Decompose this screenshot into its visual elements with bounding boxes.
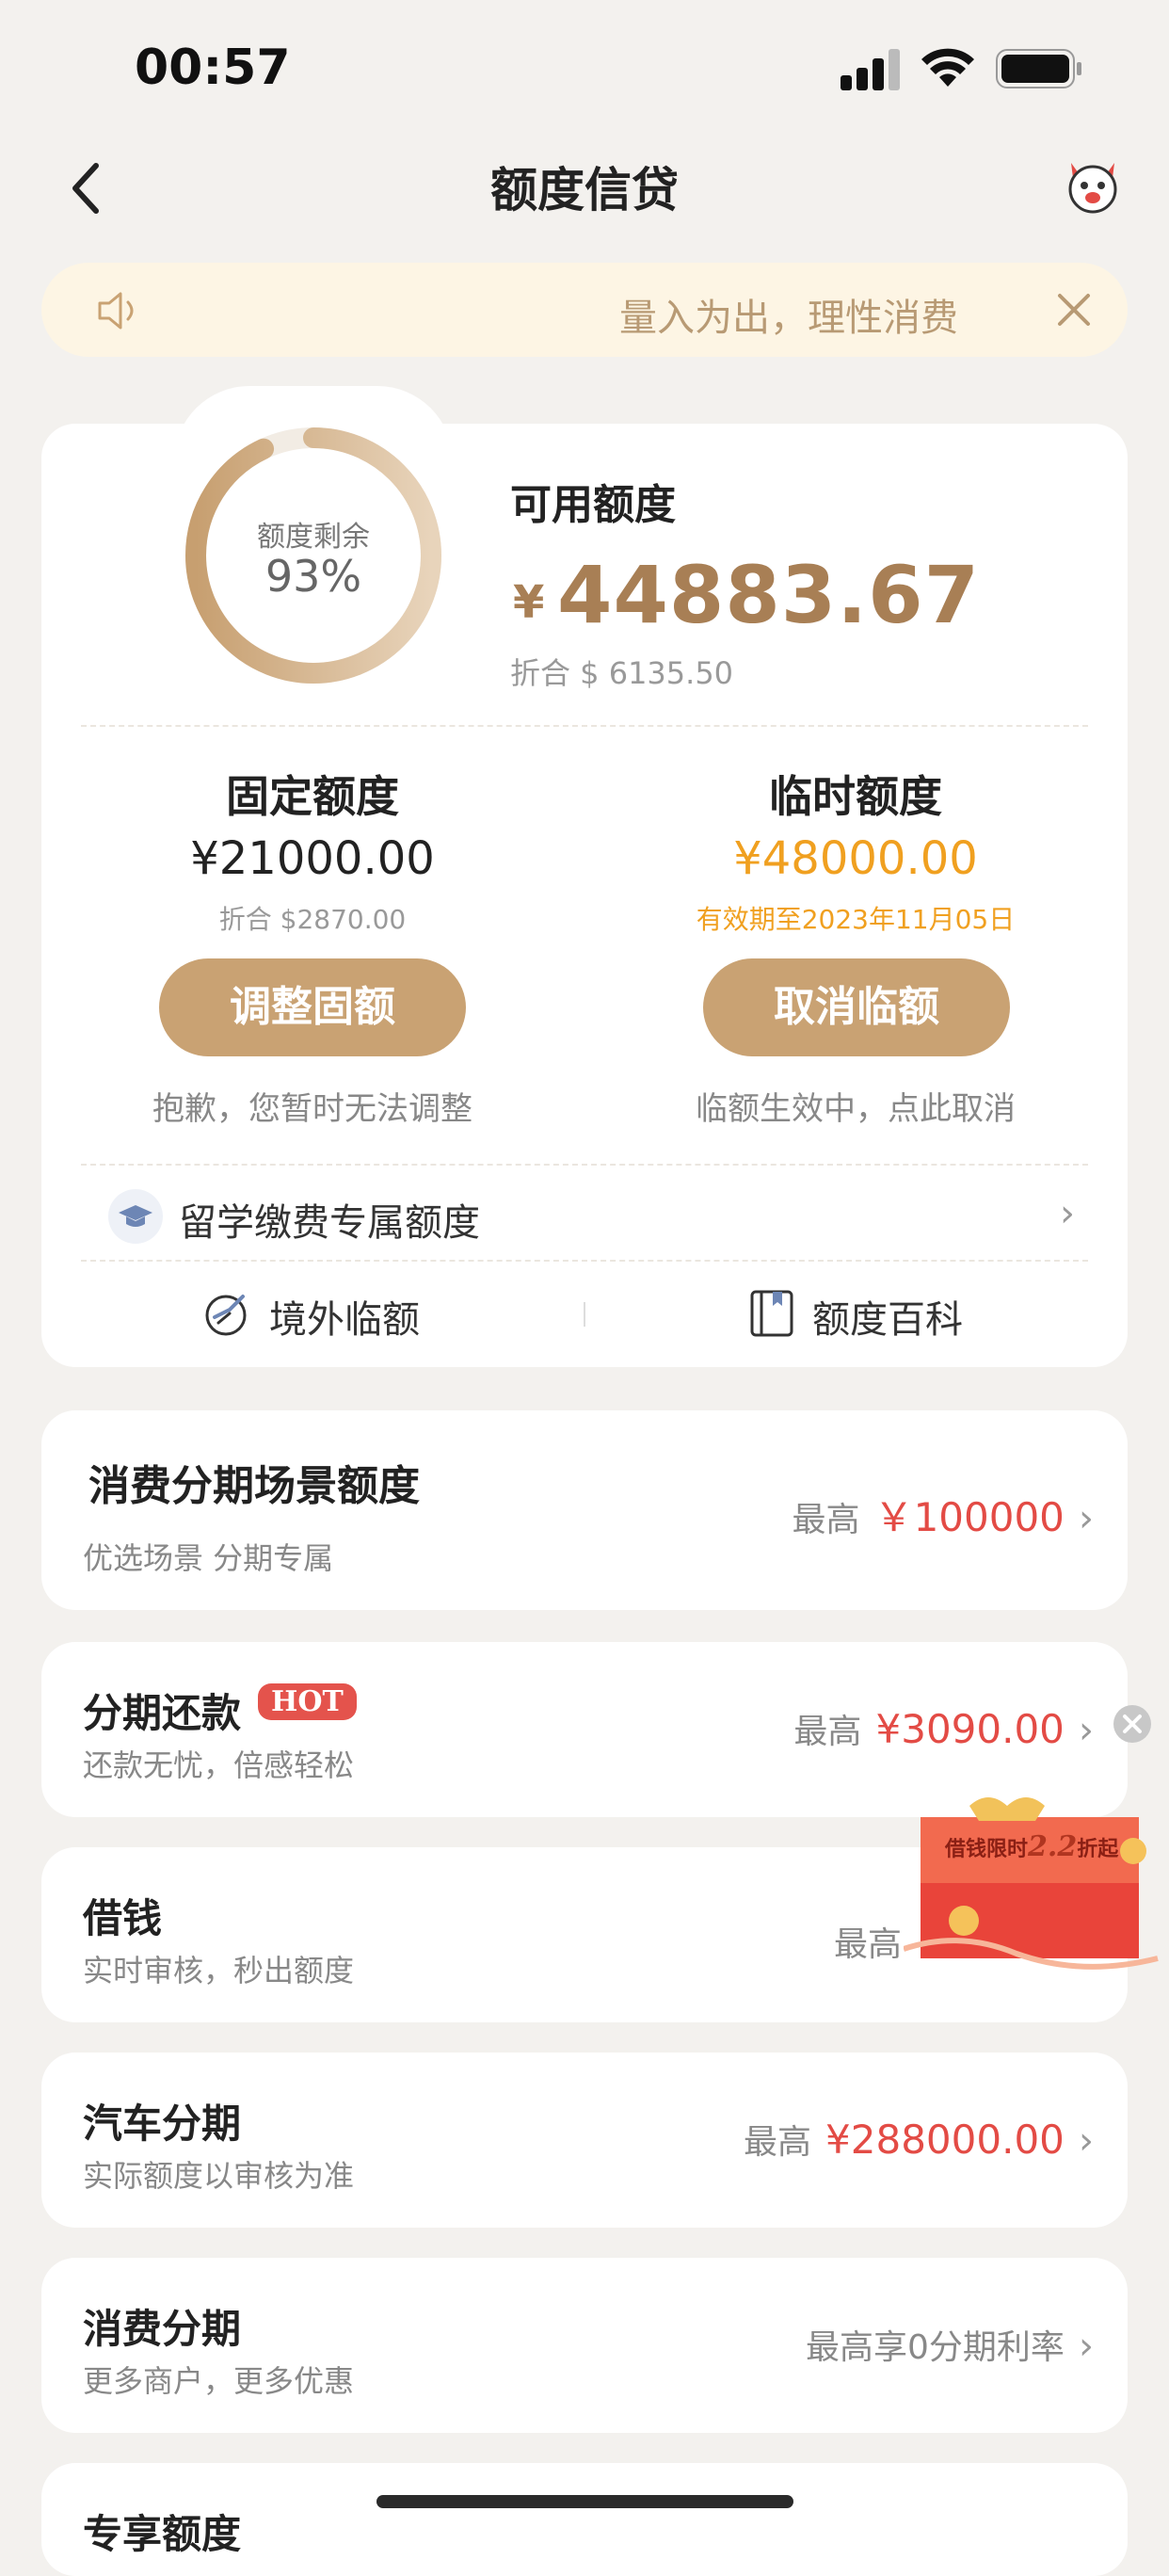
available-amount: 44883.67 <box>557 549 981 641</box>
item-subtitle: 实时审核，秒出额度 <box>83 1953 355 1988</box>
ring-label: 额度剩余 <box>257 521 370 554</box>
scene-max-value: ￥100000 <box>873 1494 1065 1540</box>
item-subtitle: 实际额度以审核为准 <box>83 2158 355 2194</box>
plane-globe-icon <box>201 1289 250 1342</box>
divider <box>81 725 1088 727</box>
battery-icon <box>996 49 1082 92</box>
fixed-converted: 折合 $2870.00 <box>218 904 407 935</box>
study-abroad-label: 留学缴费专属额度 <box>179 1201 480 1245</box>
scene-title: 消费分期场景额度 <box>88 1462 420 1510</box>
item-title: 专享额度 <box>83 2511 242 2557</box>
item-title: 消费分期 <box>83 2306 242 2352</box>
wifi-icon <box>921 45 975 92</box>
chevron-right-icon: › <box>1079 2325 1094 2368</box>
item-title: 分期还款 <box>83 1690 242 1736</box>
mascot-icon[interactable] <box>1062 155 1124 217</box>
item-subtitle: 更多商户，更多优惠 <box>83 2363 355 2399</box>
chevron-right-icon: › <box>1060 1192 1075 1235</box>
promo-text-a: 借钱限时 <box>945 1837 1029 1861</box>
notice-bar: 量入为出，理性消费 <box>41 263 1128 357</box>
chevron-right-icon: › <box>1079 1497 1094 1540</box>
fixed-note: 抱歉，您暂时无法调整 <box>152 1090 472 1128</box>
scene-max-label: 最高 <box>792 1501 860 1539</box>
home-indicator <box>376 2495 793 2508</box>
fixed-amount: ¥21000.00 <box>190 832 435 885</box>
available-currency: ¥ <box>513 576 545 629</box>
book-icon <box>748 1289 795 1342</box>
list-item[interactable]: 消费分期 更多商户，更多优惠 最高享0分期利率 › <box>41 2258 1128 2433</box>
list-item[interactable]: 汽车分期 实际额度以审核为准 最高 ¥288000.00 › <box>41 2053 1128 2228</box>
wiki-link[interactable]: 额度百科 <box>748 1285 993 1342</box>
item-max-label: 最高 <box>834 1925 903 1964</box>
study-abroad-row[interactable]: 留学缴费专属额度 › <box>81 1181 1088 1252</box>
item-max-label: 最高 <box>743 2123 811 2162</box>
speaker-icon <box>96 289 141 336</box>
promo-text-c: 折起 <box>1077 1837 1119 1861</box>
item-max: 最高享0分期利率 › <box>806 2320 1094 2369</box>
adjust-fixed-button[interactable]: 调整固额 <box>159 958 466 1056</box>
item-max-value: ¥3090.00 <box>875 1706 1065 1752</box>
fixed-title: 固定额度 <box>226 771 399 822</box>
item-title: 借钱 <box>83 1895 163 1941</box>
available-converted: 折合 $ 6135.50 <box>510 655 734 691</box>
chevron-right-icon: › <box>1079 1709 1094 1752</box>
divider <box>81 1164 1088 1166</box>
status-time: 00:57 <box>135 40 291 96</box>
hot-badge: HOT <box>258 1683 357 1720</box>
item-subtitle: 还款无忧，倍感轻松 <box>83 1747 355 1783</box>
list-item[interactable]: 专享额度 <box>41 2463 1128 2576</box>
promo-text-b: 2.2 <box>1028 1830 1078 1863</box>
temporary-validity: 有效期至2023年11月05日 <box>696 904 1016 935</box>
close-icon[interactable] <box>1056 292 1092 331</box>
graduation-cap-icon <box>107 1188 164 1245</box>
temporary-note[interactable]: 临额生效中，点此取消 <box>592 1083 1119 1129</box>
overseas-link[interactable]: 境外临额 <box>201 1285 446 1342</box>
item-max: 最高 ¥288000.00 › <box>744 2115 1094 2164</box>
divider <box>81 1260 1088 1262</box>
temporary-amount: ¥48000.00 <box>733 832 978 885</box>
scene-subtitle: 优选场景 分期专属 <box>83 1540 334 1576</box>
promo-red-envelope[interactable]: 借钱限时2.2折起 <box>904 1789 1167 1977</box>
notice-text: 量入为出，理性消费 <box>619 297 958 340</box>
promo-text: 借钱限时2.2折起 <box>945 1830 1118 1863</box>
wiki-label: 额度百科 <box>812 1298 963 1342</box>
promo-close-icon[interactable] <box>1113 1704 1152 1747</box>
chevron-right-icon: › <box>1079 2119 1094 2163</box>
available-label: 可用额度 <box>510 481 676 529</box>
scene-quota-card[interactable]: 消费分期场景额度 优选场景 分期专属 最高 ￥100000 › <box>41 1410 1128 1610</box>
cancel-temporary-button[interactable]: 取消临额 <box>703 958 1010 1056</box>
temporary-title: 临时额度 <box>769 771 942 822</box>
ring-percent: 93% <box>264 551 362 602</box>
signal-icon <box>841 49 903 96</box>
item-max-label: 最高享0分期利率 <box>806 2328 1065 2367</box>
scene-max: 最高 ￥100000 › <box>792 1486 1094 1543</box>
item-max-value: ¥288000.00 <box>825 2117 1065 2163</box>
item-max-label: 最高 <box>793 1713 862 1751</box>
item-title: 汽车分期 <box>83 2101 242 2147</box>
vertical-divider <box>584 1302 585 1327</box>
overseas-label: 境外临额 <box>269 1298 420 1342</box>
page-title: 额度信贷 <box>490 163 679 217</box>
item-max: 最高 ¥3090.00 › <box>793 1704 1094 1753</box>
